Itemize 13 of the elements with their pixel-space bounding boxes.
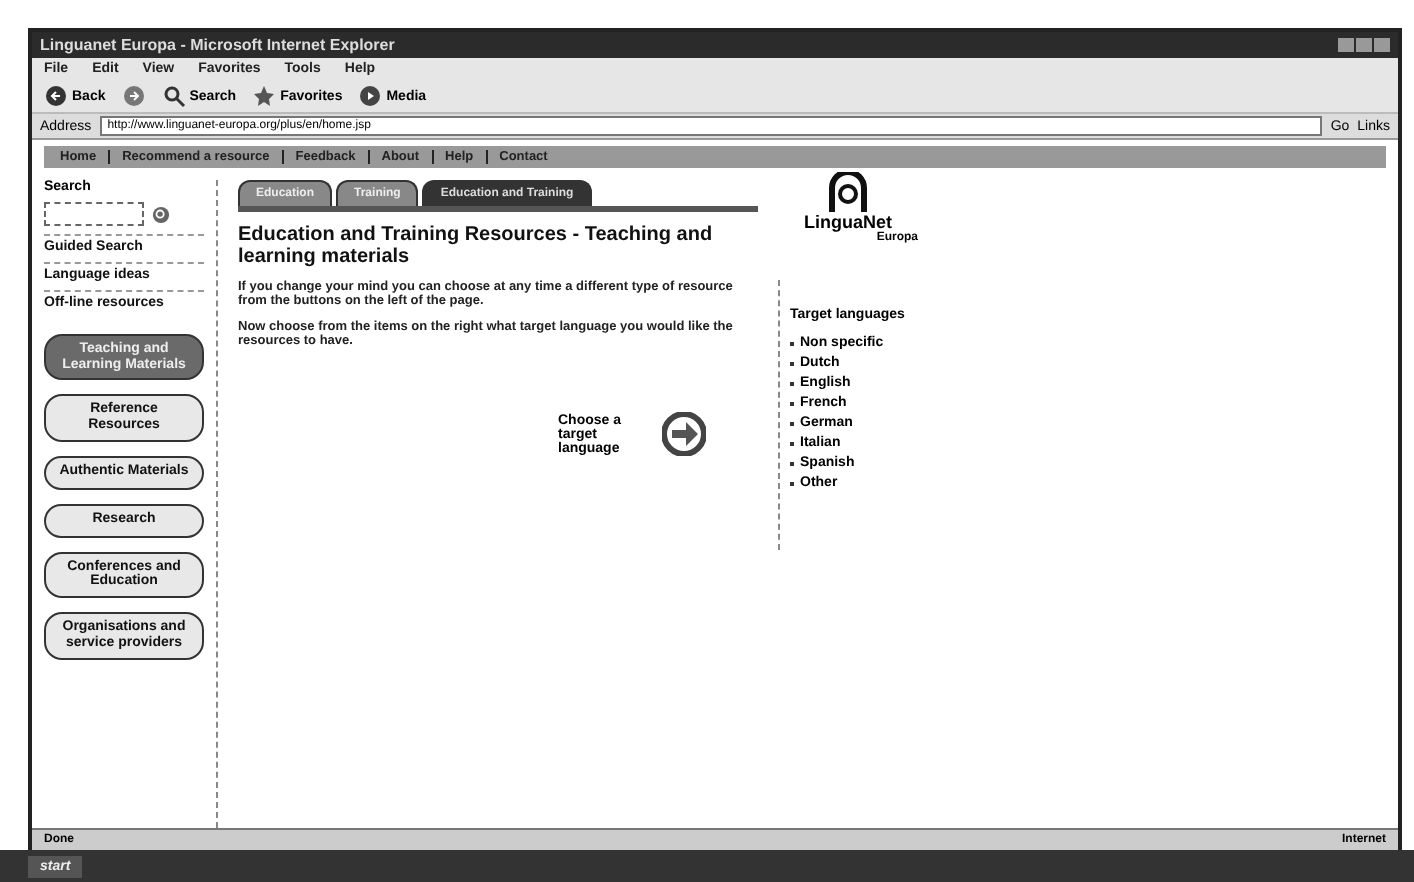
play-icon [358,84,383,108]
window-title: Linguanet Europa - Microsoft Internet Explorer [40,36,395,54]
page-heading: Education and Training Resources - Teaching and learning materials [238,224,715,268]
back-icon [44,84,68,108]
search-icon [161,84,186,108]
forward-button[interactable] [121,84,146,108]
search-field[interactable] [44,202,144,226]
arrow-icon [662,412,706,456]
forward-icon [121,84,146,108]
search-icon[interactable] [152,205,170,223]
star-icon [252,84,277,108]
arch-icon [826,172,870,212]
logo-text: LinguaNet [804,212,892,232]
